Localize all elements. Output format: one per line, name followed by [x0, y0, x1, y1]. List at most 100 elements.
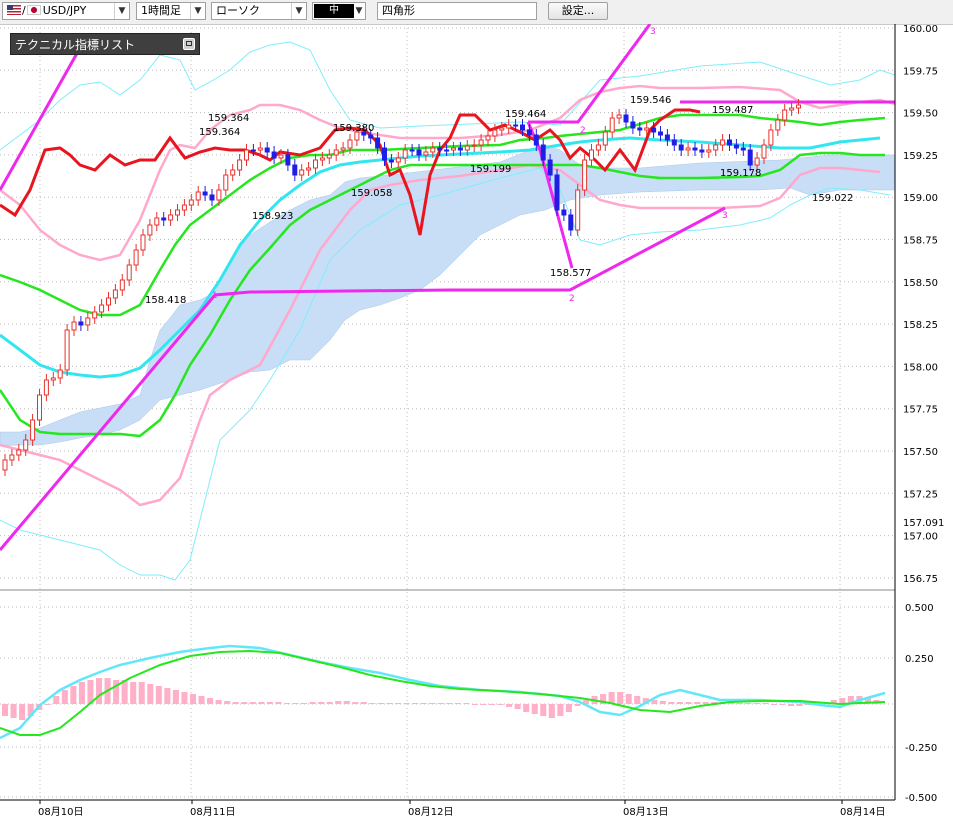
macd-histogram-bar [437, 703, 444, 704]
macd-histogram-bar [540, 704, 547, 716]
technical-indicator-list[interactable]: テクニカル指標リスト [10, 33, 200, 55]
wave-count-label: 3 [650, 27, 656, 37]
candle-body [630, 121, 636, 129]
candle-body [520, 124, 525, 131]
macd-histogram-bar [753, 703, 760, 704]
macd-histogram-bar [318, 702, 325, 704]
macd-histogram-bar [275, 702, 282, 704]
macd-histogram-bar [19, 704, 26, 720]
drawing-shape-field[interactable]: 四角形 [377, 2, 537, 20]
macd-histogram-bar [685, 702, 692, 704]
candle-body [388, 159, 394, 163]
macd-histogram-bar [625, 694, 632, 704]
candle-body [126, 264, 132, 281]
price-annotation: 159.546 [630, 95, 671, 106]
candle-body [485, 135, 491, 141]
candle-body [430, 147, 436, 153]
candle-body [547, 159, 553, 176]
macd-histogram-bar [506, 704, 513, 707]
candle-body [319, 157, 325, 161]
candle-body [768, 129, 774, 146]
macd-histogram-bar [53, 696, 60, 704]
candle-body [16, 449, 22, 456]
macd-histogram-bar [266, 702, 273, 704]
candle-body [499, 127, 505, 131]
candle-body [285, 154, 291, 166]
candle-body [402, 149, 408, 159]
candle-body [292, 164, 298, 176]
bollinger-outer-upper [0, 41, 896, 151]
chevron-down-icon[interactable]: ▼ [190, 3, 205, 19]
candle-body [664, 134, 670, 141]
macd-histogram-bar [360, 702, 367, 704]
candle-body [775, 119, 781, 131]
color-swatch: 中 [314, 4, 354, 18]
macd-histogram-bar [181, 692, 188, 704]
symbol-select[interactable]: / USD/JPY ▼ [2, 2, 130, 20]
macd-histogram-bar [565, 704, 572, 712]
candle-body [782, 109, 788, 121]
candle-body [209, 194, 215, 201]
macd-histogram-bar [95, 678, 103, 704]
macd-histogram-bar [44, 704, 51, 705]
candle-body [589, 149, 594, 161]
chevron-down-icon[interactable]: ▼ [291, 3, 306, 19]
macd-histogram-bar [335, 701, 342, 704]
macd-histogram-bar [241, 702, 248, 704]
candle-body [713, 144, 719, 151]
candle-body [444, 149, 450, 152]
candle-body [175, 209, 180, 216]
macd-histogram-bar [198, 696, 205, 704]
candle-body [457, 147, 463, 151]
candle-body [740, 147, 746, 151]
price-annotation: 158.418 [145, 295, 186, 306]
symbol-label: USD/JPY [42, 4, 87, 17]
macd-histogram-bar [420, 703, 427, 704]
price-tick-label: 158.00 [903, 362, 938, 373]
macd-histogram-bar [309, 702, 316, 704]
macd-histogram-bar [762, 703, 769, 704]
chevron-down-icon[interactable]: ▼ [353, 3, 365, 19]
timeframe-select[interactable]: 1時間足 ▼ [136, 2, 206, 20]
candle-body [451, 147, 456, 151]
chart-toolbar: / USD/JPY ▼ 1時間足 ▼ ローソク ▼ 中 ▼ 四角形 設定... [0, 0, 953, 25]
drawing-color-select[interactable]: 中 ▼ [312, 2, 366, 20]
date-tick-label: 08月13日 [623, 806, 668, 818]
macd-histogram-bar [574, 704, 581, 706]
price-chart[interactable]: 159.364 159.364 159.380 158.923 158.418 159.0… [0, 24, 953, 819]
macd-histogram-bar [702, 702, 709, 704]
price-tick-label: 159.75 [903, 66, 938, 77]
price-annotation: 159.178 [720, 168, 761, 179]
macd-histogram-bar [147, 684, 154, 704]
candle-body [685, 147, 691, 151]
chevron-down-icon[interactable]: ▼ [114, 3, 129, 19]
macd-histogram-bar [548, 704, 555, 718]
macd-histogram-bar [514, 704, 521, 709]
candle-body [306, 167, 312, 171]
candle-body [161, 217, 167, 221]
settings-button[interactable]: 設定... [548, 2, 608, 20]
macd-histogram-bar [557, 704, 564, 716]
candle-body [333, 149, 339, 156]
ichimoku-cloud-area [0, 144, 896, 447]
candle-body [678, 144, 684, 151]
candle-body [50, 377, 56, 381]
macd-histogram-bar [326, 702, 333, 704]
macd-histogram-bar [130, 682, 137, 704]
chart-style-select[interactable]: ローソク ▼ [211, 2, 307, 20]
candle-body [271, 151, 277, 159]
macd-histogram-bar [454, 703, 461, 704]
window-minimize-icon[interactable] [183, 38, 195, 50]
candle-body [216, 189, 222, 201]
macd-histogram-bar [395, 703, 402, 704]
candle-body [195, 191, 201, 201]
macd-histogram-bar [497, 704, 504, 705]
price-tick-label: 157.25 [903, 489, 938, 500]
candle-body [188, 199, 194, 206]
macd-histogram-bar [352, 702, 359, 704]
candle-body [313, 159, 318, 169]
macd-tick-label: -0.500 [905, 793, 937, 804]
macd-histogram-bar [412, 703, 419, 704]
candle-body [85, 317, 91, 326]
macd-histogram-bar [523, 704, 530, 712]
